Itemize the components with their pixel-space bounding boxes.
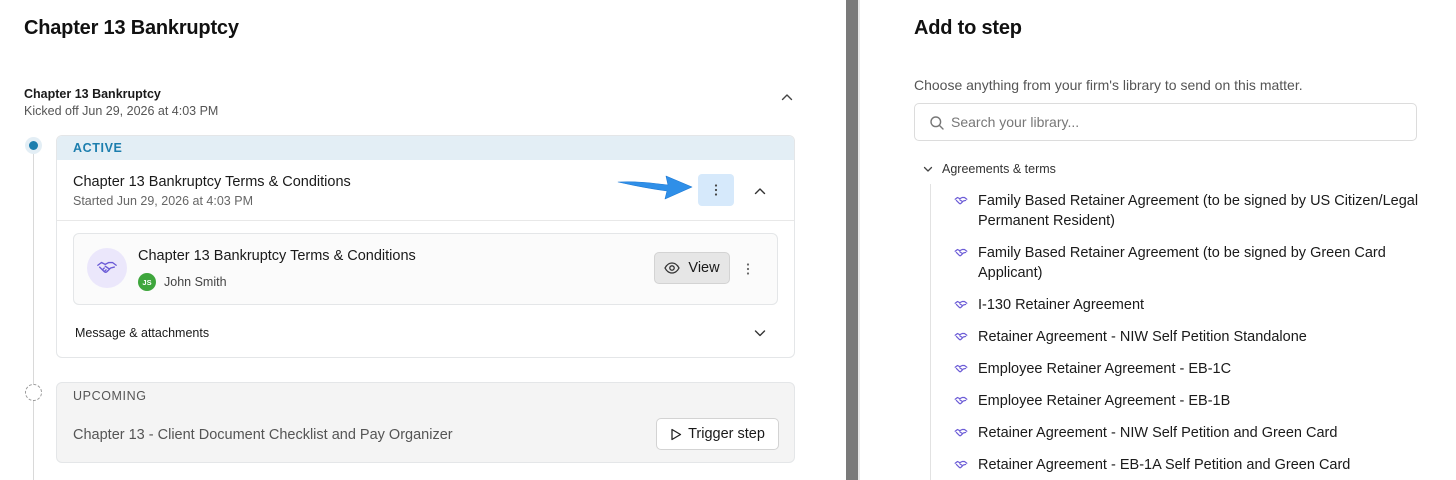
library-search-input[interactable]	[951, 104, 1401, 140]
library-item[interactable]: Retainer Agreement - NIW Self Petition a…	[954, 423, 1424, 443]
library-item-label: Family Based Retainer Agreement (to be s…	[978, 245, 1386, 281]
handshake-icon	[954, 332, 968, 341]
document-card: Chapter 13 Bankruptcy Terms & Conditions…	[73, 233, 778, 305]
pane-description: Choose anything from your firm's library…	[914, 77, 1303, 93]
pane-title: Add to step	[914, 17, 1022, 39]
document-title: Chapter 13 Bankruptcy Terms & Conditions	[138, 248, 416, 264]
message-expand-button[interactable]	[749, 322, 771, 344]
assignee-name: John Smith	[164, 275, 227, 289]
active-step-indicator	[25, 137, 42, 154]
step-status-badge: ACTIVE	[57, 136, 794, 160]
chevron-down-icon	[923, 166, 933, 172]
tree-guide-line	[930, 184, 931, 480]
library-item-label: Family Based Retainer Agreement (to be s…	[978, 193, 1419, 229]
step-collapse-button[interactable]	[749, 180, 771, 202]
timeline-line	[33, 152, 34, 480]
divider	[57, 220, 794, 221]
workflow-collapse-button[interactable]	[776, 86, 798, 108]
library-item[interactable]: Employee Retainer Agreement - EB-1B	[954, 391, 1424, 411]
active-step-card: ACTIVE Chapter 13 Bankruptcy Terms & Con…	[56, 135, 795, 358]
handshake-icon	[954, 396, 968, 405]
library-item-label: I-130 Retainer Agreement	[978, 297, 1145, 313]
category-label: Agreements & terms	[942, 162, 1056, 176]
library-item-label: Retainer Agreement - NIW Self Petition a…	[978, 425, 1338, 441]
more-vertical-icon	[746, 263, 750, 275]
category-toggle-agreements[interactable]: Agreements & terms	[922, 162, 1056, 176]
chevron-up-icon	[781, 94, 793, 101]
handshake-icon	[954, 428, 968, 437]
step-menu-button[interactable]	[698, 174, 734, 206]
view-document-button[interactable]: View	[654, 252, 730, 284]
trigger-button-label: Trigger step	[688, 426, 765, 442]
library-item-list: Family Based Retainer Agreement (to be s…	[954, 191, 1424, 480]
step-title: Chapter 13 Bankruptcy Terms & Conditions	[73, 174, 351, 190]
matter-workflow-pane: Chapter 13 Bankruptcy Chapter 13 Bankrup…	[0, 0, 846, 480]
search-icon	[930, 116, 944, 130]
library-item[interactable]: Family Based Retainer Agreement (to be s…	[954, 243, 1424, 283]
handshake-icon	[954, 196, 968, 205]
library-item[interactable]: I-130 Retainer Agreement	[954, 295, 1424, 315]
page-title: Chapter 13 Bankruptcy	[24, 17, 239, 39]
handshake-icon	[954, 460, 968, 469]
handshake-icon	[954, 248, 968, 257]
library-item[interactable]: Retainer Agreement - EB-1A Self Petition…	[954, 455, 1424, 475]
upcoming-step-title: Chapter 13 - Client Document Checklist a…	[73, 427, 453, 443]
step-status-badge: UPCOMING	[73, 389, 147, 403]
library-item-label: Employee Retainer Agreement - EB-1C	[978, 361, 1232, 377]
library-item-label: Retainer Agreement - EB-1A Self Petition…	[978, 457, 1351, 473]
library-search	[914, 103, 1417, 141]
upcoming-step-indicator	[25, 384, 42, 401]
chevron-down-icon	[754, 330, 766, 337]
workflow-kickoff-time: Kicked off Jun 29, 2026 at 4:03 PM	[24, 104, 219, 118]
document-menu-button[interactable]	[738, 258, 758, 280]
trigger-step-button[interactable]: Trigger step	[656, 418, 779, 450]
document-assignee: JS John Smith	[138, 273, 227, 291]
pane-resize-handle[interactable]	[846, 0, 860, 480]
view-button-label: View	[688, 260, 720, 276]
more-vertical-icon	[714, 184, 718, 196]
handshake-icon	[954, 300, 968, 309]
document-type-badge	[87, 248, 127, 288]
chevron-up-icon	[754, 188, 766, 195]
handshake-icon	[97, 261, 117, 274]
step-start-time: Started Jun 29, 2026 at 4:03 PM	[73, 194, 253, 208]
add-to-step-pane: Add to step Choose anything from your fi…	[860, 0, 1456, 480]
avatar: JS	[138, 273, 156, 291]
library-item[interactable]: Retainer Agreement - NIW Self Petition S…	[954, 327, 1424, 347]
message-attachments-toggle[interactable]: Message & attachments	[75, 326, 209, 340]
upcoming-step-card: UPCOMING Chapter 13 - Client Document Ch…	[56, 382, 795, 463]
library-item[interactable]: Family Based Retainer Agreement (to be s…	[954, 191, 1424, 231]
library-item-label: Retainer Agreement - NIW Self Petition S…	[978, 329, 1307, 345]
library-item[interactable]: Employee Retainer Agreement - EB-1C	[954, 359, 1424, 379]
library-item-label: Employee Retainer Agreement - EB-1B	[978, 393, 1231, 409]
arrow-right-icon	[617, 175, 693, 200]
workflow-title: Chapter 13 Bankruptcy	[24, 87, 161, 101]
eye-icon	[664, 262, 681, 274]
step-header: Chapter 13 Bankruptcy Terms & Conditions…	[73, 174, 351, 208]
play-icon	[671, 428, 682, 440]
handshake-icon	[954, 364, 968, 373]
